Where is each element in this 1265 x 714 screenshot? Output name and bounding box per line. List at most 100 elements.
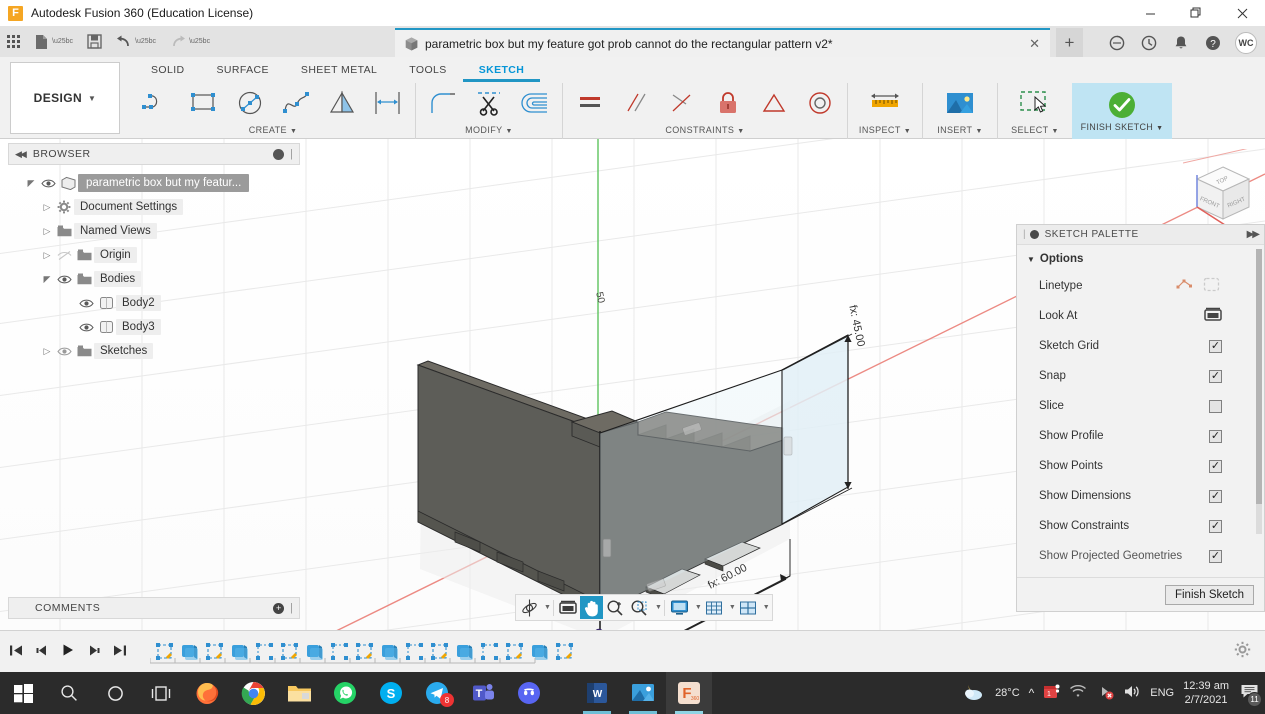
- linetype-normal-icon[interactable]: [1176, 278, 1193, 295]
- telegram-icon[interactable]: 8: [414, 672, 460, 714]
- grid-snaps-icon[interactable]: [702, 596, 726, 619]
- perpendicular-constraint-tool[interactable]: [659, 83, 705, 123]
- viewports-caret-icon[interactable]: ▼: [763, 604, 770, 611]
- clock[interactable]: 12:39 am 2/7/2021: [1183, 679, 1229, 707]
- job-status-icon[interactable]: [1107, 33, 1127, 53]
- spline-tool[interactable]: [273, 83, 319, 123]
- tray-expand-chevron-icon[interactable]: ^: [1029, 686, 1035, 700]
- action-center-icon[interactable]: 11: [1240, 683, 1262, 707]
- show-dimensions-checkbox[interactable]: ✓: [1209, 489, 1222, 503]
- trim-scissors-tool[interactable]: [466, 83, 512, 123]
- browser-header[interactable]: ◀◀ BROWSER |: [8, 143, 300, 165]
- microsoft-teams-icon[interactable]: T: [460, 672, 506, 714]
- palette-row-show-profile[interactable]: Show Profile ✓: [1017, 421, 1264, 451]
- weather-icon[interactable]: [960, 682, 986, 705]
- 3d-viewport[interactable]: fx: 60.00 fx: 45.00 50 TOP FRONT RIGHT X: [0, 139, 1265, 630]
- save-button[interactable]: [80, 26, 109, 57]
- fillet-tool[interactable]: [420, 83, 466, 123]
- panel-inspect-title[interactable]: INSPECT ▼: [852, 123, 918, 137]
- concentric-constraint-tool[interactable]: [797, 83, 843, 123]
- add-comment-button[interactable]: +: [273, 602, 285, 614]
- panel-select-title[interactable]: SELECT ▼: [1002, 123, 1068, 137]
- palette-section-options[interactable]: ▼ Options: [1017, 245, 1264, 271]
- step-back-icon[interactable]: [34, 644, 50, 660]
- palette-row-sketch-grid[interactable]: Sketch Grid ✓: [1017, 331, 1264, 361]
- orbit-caret-icon[interactable]: ▼: [544, 604, 551, 611]
- tree-item-origin[interactable]: ▷ Origin: [8, 243, 300, 267]
- user-avatar[interactable]: WC: [1235, 31, 1257, 54]
- expand-arrow-icon[interactable]: ◤: [40, 274, 54, 285]
- timeline-feature-sketch[interactable]: [552, 639, 577, 665]
- calendar-icon[interactable]: 1: [1043, 683, 1060, 703]
- visibility-eye-off-icon[interactable]: [54, 250, 74, 261]
- wifi-icon[interactable]: [1069, 684, 1087, 702]
- cortana-icon[interactable]: [92, 672, 138, 714]
- search-icon[interactable]: [46, 672, 92, 714]
- volume-icon[interactable]: [1123, 684, 1141, 702]
- tree-item-root-component[interactable]: ◤ parametric box but my featur...: [8, 171, 300, 195]
- linetype-construction-icon[interactable]: [1203, 277, 1220, 295]
- visibility-eye-icon[interactable]: [76, 298, 96, 309]
- palette-row-show-points[interactable]: Show Points ✓: [1017, 451, 1264, 481]
- browser-collapse-icon[interactable]: ◀◀: [15, 149, 27, 160]
- tab-solid[interactable]: SOLID: [135, 60, 201, 82]
- zoom-window-icon[interactable]: [627, 596, 652, 619]
- finish-sketch-palette-button[interactable]: Finish Sketch: [1164, 584, 1254, 605]
- app-grid-icon[interactable]: [0, 26, 27, 57]
- visibility-eye-icon[interactable]: [38, 178, 58, 189]
- palette-row-linetype[interactable]: Linetype: [1017, 271, 1264, 301]
- tree-item-document-settings[interactable]: ▷ Document Settings: [8, 195, 300, 219]
- expand-arrow-icon[interactable]: ◤: [24, 178, 38, 189]
- palette-row-show-dimensions[interactable]: Show Dimensions ✓: [1017, 481, 1264, 511]
- palette-row-show-projected-geometries[interactable]: Show Projected Geometries ✓: [1017, 541, 1264, 571]
- palette-row-show-constraints[interactable]: Show Constraints ✓: [1017, 511, 1264, 541]
- start-windows-icon[interactable]: [0, 672, 46, 714]
- redo-caret-icon[interactable]: \u25bc: [189, 38, 210, 45]
- panel-insert-title[interactable]: INSERT ▼: [927, 123, 993, 137]
- visibility-eye-icon[interactable]: [54, 346, 74, 357]
- rectangle-tool[interactable]: [181, 83, 227, 123]
- circle-tool[interactable]: [227, 83, 273, 123]
- browser-grip-icon[interactable]: |: [290, 148, 293, 160]
- palette-grip-icon[interactable]: |: [1023, 229, 1026, 240]
- collapse-arrow-icon[interactable]: ▷: [40, 250, 54, 261]
- mirror-tool[interactable]: [319, 83, 365, 123]
- microsoft-word-icon[interactable]: W: [574, 672, 620, 714]
- display-settings-icon[interactable]: [667, 596, 692, 619]
- undo-caret-icon[interactable]: \u25bc: [135, 38, 156, 45]
- photos-icon[interactable]: [620, 672, 666, 714]
- fix-lock-constraint-tool[interactable]: [705, 83, 751, 123]
- panel-modify-title[interactable]: MODIFY ▼: [420, 123, 558, 137]
- slice-checkbox[interactable]: ✓: [1209, 399, 1222, 413]
- zoom-window-caret-icon[interactable]: ▼: [655, 604, 662, 611]
- visibility-eye-icon[interactable]: [54, 274, 74, 285]
- line-tool[interactable]: [135, 83, 181, 123]
- show-constraints-checkbox[interactable]: ✓: [1209, 519, 1222, 533]
- document-tab[interactable]: parametric box but my feature got prob c…: [395, 28, 1050, 57]
- look-at-icon[interactable]: [556, 596, 580, 619]
- tree-item-bodies[interactable]: ◤ Bodies: [8, 267, 300, 291]
- skip-to-end-icon[interactable]: [112, 644, 128, 660]
- palette-row-look-at[interactable]: Look At: [1017, 301, 1264, 331]
- snap-checkbox[interactable]: ✓: [1209, 369, 1222, 383]
- equal-constraint-tool[interactable]: [751, 83, 797, 123]
- bluetooth-off-icon[interactable]: [1096, 683, 1114, 703]
- collapse-arrow-icon[interactable]: ▷: [40, 346, 54, 357]
- tab-sketch[interactable]: SKETCH: [462, 60, 541, 82]
- look-at-icon[interactable]: [1204, 307, 1222, 325]
- parallel-constraint-tool[interactable]: [613, 83, 659, 123]
- tab-tools[interactable]: TOOLS: [393, 60, 462, 82]
- panel-constraints-title[interactable]: CONSTRAINTS ▼: [567, 123, 843, 137]
- tree-item-body3[interactable]: Body3: [8, 315, 300, 339]
- whatsapp-icon[interactable]: [322, 672, 368, 714]
- insert-image-tool[interactable]: [937, 83, 983, 123]
- comments-grip-icon[interactable]: |: [290, 602, 293, 614]
- palette-scrollbar[interactable]: [1256, 249, 1262, 534]
- browser-minimize-icon[interactable]: [273, 148, 285, 160]
- recent-documents-icon[interactable]: [1139, 33, 1159, 53]
- firefox-icon[interactable]: [184, 672, 230, 714]
- viewports-icon[interactable]: [736, 596, 760, 619]
- close-document-tab-button[interactable]: ✕: [1011, 36, 1040, 52]
- chrome-icon[interactable]: [230, 672, 276, 714]
- component-activate-radio[interactable]: [279, 175, 292, 191]
